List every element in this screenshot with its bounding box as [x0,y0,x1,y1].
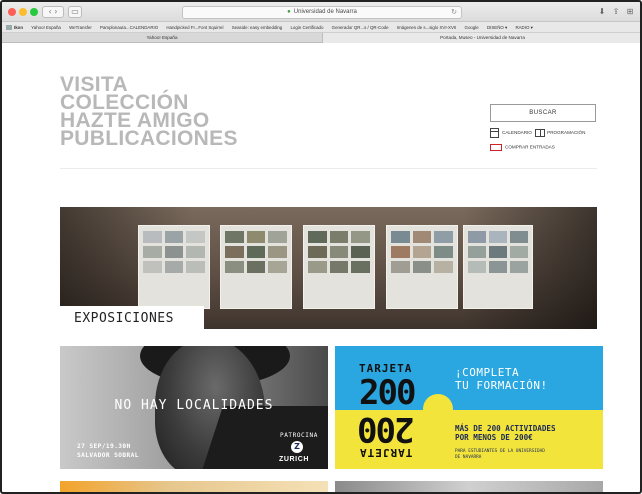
bookmark-item[interactable]: Ikon [6,25,23,31]
zurich-wordmark: ZURICH [279,456,310,463]
next-card-preview[interactable] [335,481,603,492]
address-text: Universidad de Navarra [293,9,357,15]
address-bar[interactable]: ● Universidad de Navarra ↻ [182,6,462,19]
download-icon[interactable]: ⬇ [596,6,608,18]
card-offer: MÁS DE 200 ACTIVIDADES POR MENOS DE 200€ [455,424,556,442]
bookmark-item[interactable]: DISEÑO ▾ [487,25,507,30]
sponsor-label: PATROCINA [280,432,318,439]
photo-panel [463,225,533,309]
bookmark-item[interactable]: Login Certificado [290,25,323,30]
back-forward-button[interactable]: ‹ › [42,6,64,18]
main-nav: VISITA COLECCIÓN HAZTE AMIGO PUBLICACION… [60,74,238,149]
bookmark-item[interactable]: WeTransfer [69,25,92,30]
bookmark-item[interactable]: Seaside: easy embedding [232,25,283,30]
search-button[interactable]: BUSCAR [490,104,596,122]
event-artist: SALVADOR SOBRAL [77,452,139,459]
zurich-logo-icon: Z [291,441,303,453]
zoom-window-button[interactable] [30,8,38,16]
nav-item-publicaciones[interactable]: PUBLICACIONES [60,128,238,149]
tarjeta-label-flipped: TARJETA [359,446,413,459]
ticket-icon [490,144,502,151]
lock-icon: ● [287,9,291,15]
title-bar: ‹ › ▭ ● Universidad de Navarra ↻ ⬇ ⇪ ⊞ [2,2,640,22]
card-fineprint: PARA ESTUDIANTES DE LA UNIVERSIDAD DE NA… [455,449,545,461]
next-card-preview[interactable] [60,481,328,492]
bookmark-item[interactable]: Handpicked Fr...Font Squirrel [166,25,223,30]
reload-icon[interactable]: ↻ [451,7,457,18]
share-icon[interactable]: ⇪ [610,6,622,18]
tarjeta-number: 200 [359,373,416,413]
card-headline: ¡COMPLETA TU FORMACIÓN! [455,366,548,392]
bookmark-item[interactable]: Generador QR...s / QR-Code [332,25,389,30]
utility-links: CALENDARIO PROGRAMACIÓN [490,128,585,138]
sidebar-toggle-icon[interactable]: ▭ [68,6,82,18]
card-headline-line1: ¡COMPLETA [455,366,520,379]
bookmark-item[interactable]: Pamplonauta...CALENDARIO [100,25,158,30]
close-window-button[interactable] [8,8,16,16]
photo-panel [386,225,458,309]
bookmarks-icon [6,25,12,31]
photo-panel [220,225,292,309]
tab-yahoo[interactable]: Yahoo! España [2,33,322,43]
puzzle-shape [423,394,453,424]
book-icon [535,129,546,137]
card-fineprint-line2: DE NAVARRA [455,455,482,460]
bookmark-item[interactable]: RADIO ▾ [515,25,532,30]
photo-panel [303,225,375,309]
tarjeta-200-card[interactable]: TARJETA 200 200 TARJETA ¡COMPLETA TU FOR… [335,346,603,469]
program-link[interactable]: PROGRAMACIÓN [547,130,585,135]
bookmarks-bar: Ikon Yahoo! España WeTransfer Pamplonaut… [2,22,640,33]
card-offer-line2: POR MENOS DE 200€ [455,433,533,442]
photo-panel [138,225,210,309]
bookmark-item[interactable]: Google [465,25,479,30]
tickets-link-row: COMPRAR ENTRADAS [490,144,555,151]
bookmark-item[interactable]: Imágenes de s...siglo XVI-XVII [397,25,457,30]
event-date: 27 SEP/19.30H [77,443,131,450]
card-headline-line2: TU FORMACIÓN! [455,379,548,392]
tab-bar: Yahoo! España Portada, Museo - Universid… [2,33,640,43]
tarjeta-number-flipped: 200 [359,409,415,449]
exhibitions-label[interactable]: EXPOSICIONES [60,306,204,330]
bookmark-item[interactable]: Yahoo! España [31,25,61,30]
new-tab-icon[interactable]: ⊞ [624,6,636,18]
sold-out-title: NO HAY LOCALIDADES [114,398,274,413]
calendar-link[interactable]: CALENDARIO [502,130,532,135]
concert-card[interactable]: NO HAY LOCALIDADES 27 SEP/19.30H SALVADO… [60,346,328,469]
card-offer-line1: MÁS DE 200 ACTIVIDADES [455,424,556,433]
browser-window: ‹ › ▭ ● Universidad de Navarra ↻ ⬇ ⇪ ⊞ Ik… [0,0,642,494]
minimize-window-button[interactable] [19,8,27,16]
header-divider [60,168,597,169]
calendar-icon [490,128,499,138]
buy-tickets-link[interactable]: COMPRAR ENTRADAS [505,145,555,150]
tab-museo[interactable]: Portada, Museo - Universidad de Navarra [322,33,640,43]
